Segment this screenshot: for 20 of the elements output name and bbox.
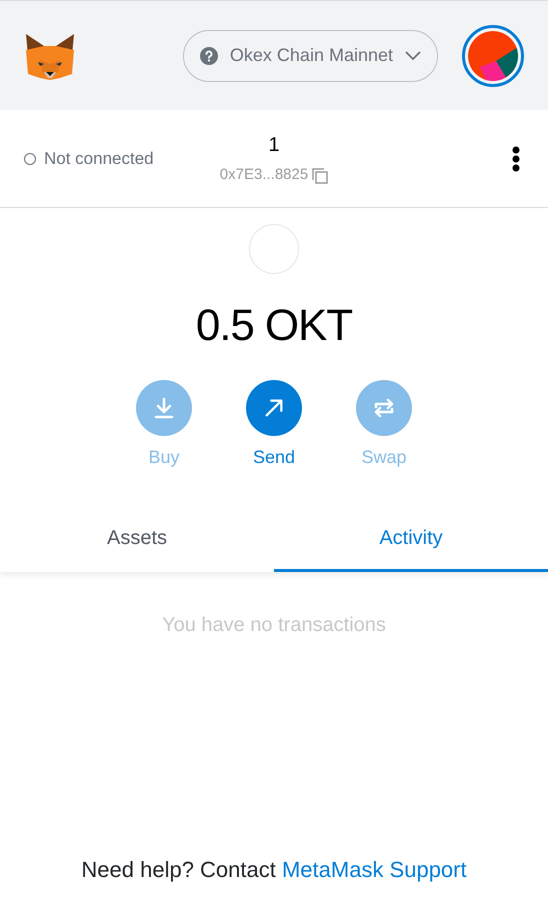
fox-logo-icon bbox=[24, 32, 76, 80]
token-icon bbox=[249, 224, 299, 274]
copy-icon bbox=[312, 168, 328, 184]
tab[interactable]: Activity bbox=[274, 506, 548, 572]
address-copy-button[interactable]: 0x7E3...8825 bbox=[220, 164, 328, 187]
network-dropdown[interactable]: Okex Chain Mainnet bbox=[182, 30, 438, 82]
swap-icon bbox=[372, 396, 396, 420]
account-avatar[interactable] bbox=[462, 24, 524, 86]
download-icon bbox=[152, 396, 176, 420]
kebab-menu-icon bbox=[512, 146, 520, 172]
help-icon bbox=[200, 46, 218, 64]
connection-status: Not connected bbox=[44, 148, 154, 170]
balance-amount: 0.5 OKT bbox=[196, 304, 352, 348]
action-button[interactable]: Send bbox=[238, 380, 310, 471]
support-link[interactable]: MetaMask Support bbox=[282, 857, 467, 882]
tab[interactable]: Assets bbox=[0, 506, 274, 572]
help-text: Need help? Contact MetaMask Support bbox=[81, 856, 467, 884]
chevron-down-icon bbox=[405, 50, 421, 60]
account-name: 1 bbox=[268, 133, 280, 158]
arrow-icon bbox=[263, 397, 285, 419]
